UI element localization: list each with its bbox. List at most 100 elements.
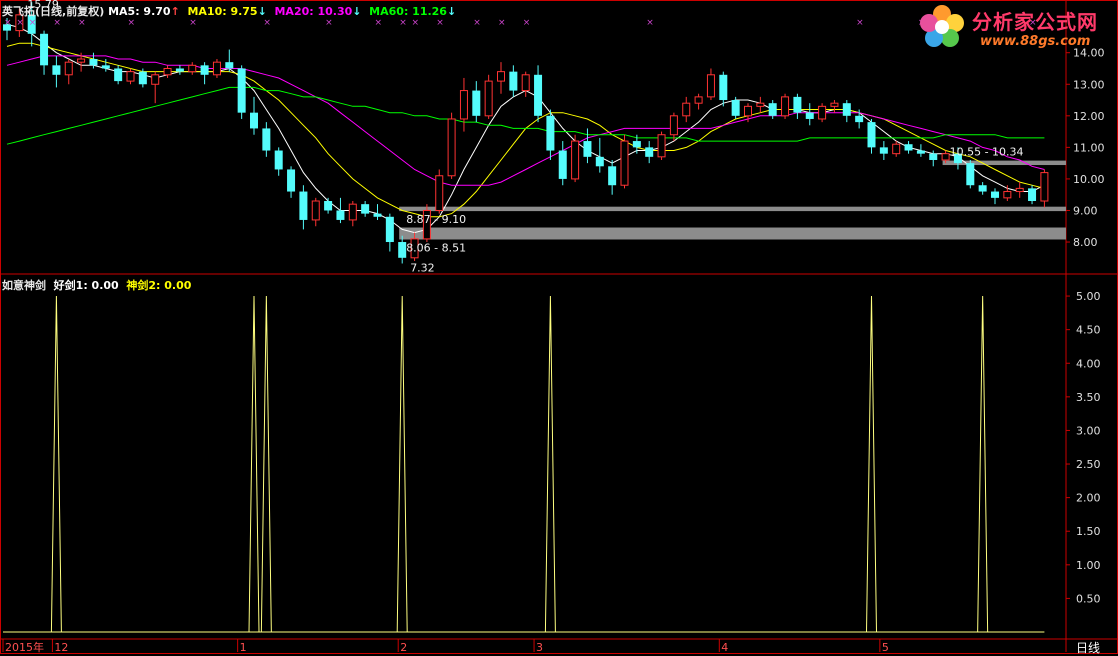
price-band [399, 206, 1066, 212]
signal-marker: × [646, 18, 654, 28]
candle-body-down [509, 71, 518, 91]
signal-marker: × [53, 18, 61, 28]
date-tick-label: 4 [721, 641, 728, 654]
stock-title[interactable]: 英飞拓(日线,前复权) [2, 5, 104, 18]
candle-body-up [435, 175, 444, 211]
signal-marker: × [523, 18, 531, 28]
candle-body-down [336, 210, 345, 220]
candle-body-up [311, 200, 320, 221]
candle-body-up [781, 96, 790, 117]
candle-body-up [151, 74, 160, 85]
candle-body-up [77, 58, 86, 63]
signal-marker: × [436, 18, 444, 28]
indicator-value-1: 好剑1: 0.00 [53, 279, 119, 292]
candlesticks[interactable] [3, 2, 1049, 264]
flower-logo-icon [920, 5, 964, 47]
indicator-spike [977, 296, 989, 633]
candle-body-down [719, 74, 728, 101]
candle-body-down [645, 147, 654, 157]
indicator-spike [50, 296, 62, 633]
signal-marker: × [263, 18, 271, 28]
price-band [399, 227, 1066, 240]
candle-body-up [1003, 191, 1012, 199]
ma5-value: MA5: 9.70 [108, 5, 171, 18]
indicator-value-2: 神剑2: 0.00 [126, 279, 192, 292]
candle-body-up [1015, 187, 1024, 193]
indicator-title[interactable]: 如意神剑 [2, 279, 46, 292]
candle-body-up [497, 71, 505, 82]
chart-frame [0, 0, 1118, 654]
candle-body-up [694, 96, 703, 104]
signal-markers: ×××××××××××××××××××× [4, 18, 1037, 28]
candle-body-down [632, 141, 641, 148]
candle-body-down [262, 128, 271, 151]
candle-body-down [472, 90, 481, 116]
indicator-tick-label: 0.50 [1076, 592, 1101, 605]
candle-body-up [892, 143, 901, 155]
candle-body-down [558, 150, 567, 179]
candle-body-up [447, 118, 456, 177]
candle-body-up [657, 134, 666, 158]
date-tick-label: 2015年 [5, 640, 44, 654]
date-tick-label: 12 [54, 641, 68, 654]
candle-body-down [324, 201, 333, 211]
date-tick-label: 2 [400, 641, 407, 654]
candle-body-down [793, 96, 802, 113]
ma-line-ma10 [6, 42, 1045, 218]
period-label[interactable]: 日线 [1076, 639, 1100, 656]
candle-body-down [138, 71, 147, 85]
candle-body-up [126, 71, 135, 82]
candle-body-down [287, 169, 296, 192]
watermark-url: www.88gs.com [980, 34, 1091, 49]
price-tick-label: 10.00 [1073, 173, 1105, 186]
candle-body-down [595, 156, 604, 167]
candle-body-down [929, 153, 938, 160]
indicator-tick-label: 3.00 [1076, 424, 1101, 437]
price-bands [399, 160, 1066, 240]
date-tick-label: 3 [536, 641, 543, 654]
ma20-arrow-icon: ↓ [352, 5, 362, 18]
upper-header: 英飞拓(日线,前复权) MA5: 9.70↑ MA10: 9.75↓ MA20:… [2, 3, 456, 19]
price-band-label: 8.06 - 8.51 [406, 242, 466, 255]
candle-body-up [706, 74, 715, 98]
indicator-tick-label: 2.00 [1076, 492, 1101, 505]
ma5-arrow-icon: ↑ [170, 5, 180, 18]
candle-body-up [64, 61, 73, 76]
candle-body-down [299, 191, 308, 220]
candle-body-down [89, 59, 98, 66]
candle-body-up [744, 105, 752, 117]
candle-body-down [1028, 188, 1037, 202]
outer-border [0, 0, 1118, 654]
signal-marker: × [473, 18, 481, 28]
moving-average-lines [6, 23, 1045, 234]
indicator-spikes [3, 296, 1045, 633]
signal-marker: × [16, 18, 24, 28]
indicator-spike [260, 296, 272, 633]
candle-body-up [818, 105, 827, 120]
indicator-spike [544, 296, 556, 633]
indicator-spike [866, 296, 877, 633]
price-tick-label: 9.00 [1073, 204, 1098, 217]
price-axis: 8.009.0010.0011.0012.0013.0014.00 [1066, 47, 1105, 249]
indicator-tick-label: 1.50 [1076, 525, 1101, 538]
signal-marker: × [325, 18, 333, 28]
date-axis: 2015年 12 1 2 3 4 5 [2, 639, 889, 654]
signal-marker: × [78, 18, 86, 28]
candle-body-down [40, 33, 49, 66]
signal-marker: × [412, 18, 420, 28]
indicator-tick-label: 4.50 [1076, 324, 1101, 337]
candle-body-down [274, 150, 283, 170]
indicator-axis: 0.50 1.00 1.50 2.00 2.50 3.00 3.50 4.00 4.50 5.00 [1066, 290, 1101, 605]
candle-body-down [361, 204, 370, 214]
ma60-arrow-icon: ↓ [446, 5, 457, 18]
candle-body-up [212, 61, 221, 76]
candle-body-down [250, 112, 258, 129]
date-tick-label: 5 [882, 641, 889, 654]
candle-body-down [768, 103, 777, 116]
candle-body-down [842, 103, 851, 116]
indicator-spike [396, 296, 408, 633]
price-band-label: 10.55 - 10.34 [950, 146, 1024, 159]
watermark-brand: 分析家公式网 [972, 10, 1098, 34]
ma10-value: MA10: 9.75 [187, 5, 258, 18]
candle-body-down [805, 112, 814, 119]
